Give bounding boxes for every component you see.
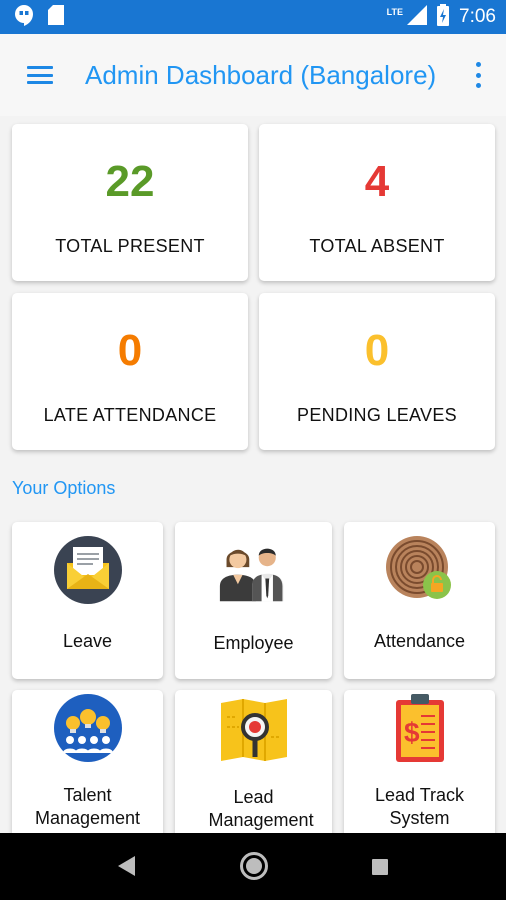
page-title: Admin Dashboard (Bangalore) bbox=[85, 59, 437, 90]
envelope-icon bbox=[52, 534, 124, 606]
stat-value: 22 bbox=[105, 157, 155, 206]
option-attendance[interactable]: Attendance bbox=[344, 522, 495, 679]
sd-card-icon bbox=[48, 4, 64, 30]
option-label-text: Talent Management bbox=[34, 785, 141, 828]
fingerprint-icon bbox=[384, 534, 456, 606]
back-icon[interactable] bbox=[118, 856, 136, 881]
clipboard-dollar-icon: $ bbox=[384, 692, 456, 764]
home-icon[interactable] bbox=[240, 852, 268, 880]
option-label: Talent Management bbox=[28, 784, 148, 830]
stat-value: 0 bbox=[117, 326, 143, 375]
stat-value: 4 bbox=[364, 157, 390, 206]
map-search-icon bbox=[218, 694, 290, 766]
option-label: Lead Track System bbox=[365, 784, 475, 830]
option-label-text: Lead Management bbox=[208, 787, 314, 830]
signal-icon bbox=[407, 4, 428, 30]
option-label: Employee bbox=[213, 633, 294, 653]
battery-icon bbox=[437, 3, 450, 31]
option-employee[interactable]: Employee bbox=[175, 522, 332, 679]
option-leave[interactable]: Leave bbox=[12, 522, 163, 679]
option-lead-management[interactable]: Lead Management bbox=[175, 690, 332, 840]
stat-card-total-present[interactable]: 22 TOTAL PRESENT bbox=[12, 124, 248, 281]
stat-card-total-absent[interactable]: 4 TOTAL ABSENT bbox=[259, 124, 495, 281]
lightbulb-team-icon bbox=[52, 692, 124, 764]
stat-card-late-attendance[interactable]: 0 LATE ATTENDANCE bbox=[12, 293, 248, 450]
option-label: Leave bbox=[62, 631, 113, 651]
system-nav-bar bbox=[0, 833, 506, 900]
clock: 7:06 bbox=[459, 6, 496, 27]
status-bar: LTE 7:06 bbox=[0, 0, 506, 34]
stat-label: TOTAL ABSENT bbox=[309, 236, 445, 256]
network-type: LTE bbox=[386, 7, 404, 17]
more-options-button[interactable] bbox=[466, 62, 490, 88]
option-label: Attendance bbox=[373, 631, 466, 651]
stat-label: TOTAL PRESENT bbox=[55, 236, 205, 256]
hangouts-icon bbox=[14, 4, 34, 31]
menu-button[interactable] bbox=[0, 34, 80, 116]
stat-label: LATE ATTENDANCE bbox=[43, 405, 217, 425]
stat-value: 0 bbox=[364, 326, 390, 375]
option-talent-management[interactable]: Talent Management bbox=[12, 690, 163, 840]
stat-label: PENDING LEAVES bbox=[297, 405, 457, 425]
app-bar: Admin Dashboard (Bangalore) bbox=[0, 34, 506, 116]
hamburger-icon bbox=[27, 66, 53, 84]
stat-card-pending-leaves[interactable]: 0 PENDING LEAVES bbox=[259, 293, 495, 450]
employees-icon bbox=[218, 534, 290, 606]
svg-text:$: $ bbox=[404, 717, 420, 748]
option-label-text: Lead Track System bbox=[374, 785, 465, 828]
option-lead-track-system[interactable]: $ Lead Track System bbox=[344, 690, 495, 840]
options-section-title: Your Options bbox=[12, 478, 116, 498]
option-label: Lead Management bbox=[208, 786, 314, 832]
recent-apps-icon[interactable] bbox=[372, 859, 388, 875]
